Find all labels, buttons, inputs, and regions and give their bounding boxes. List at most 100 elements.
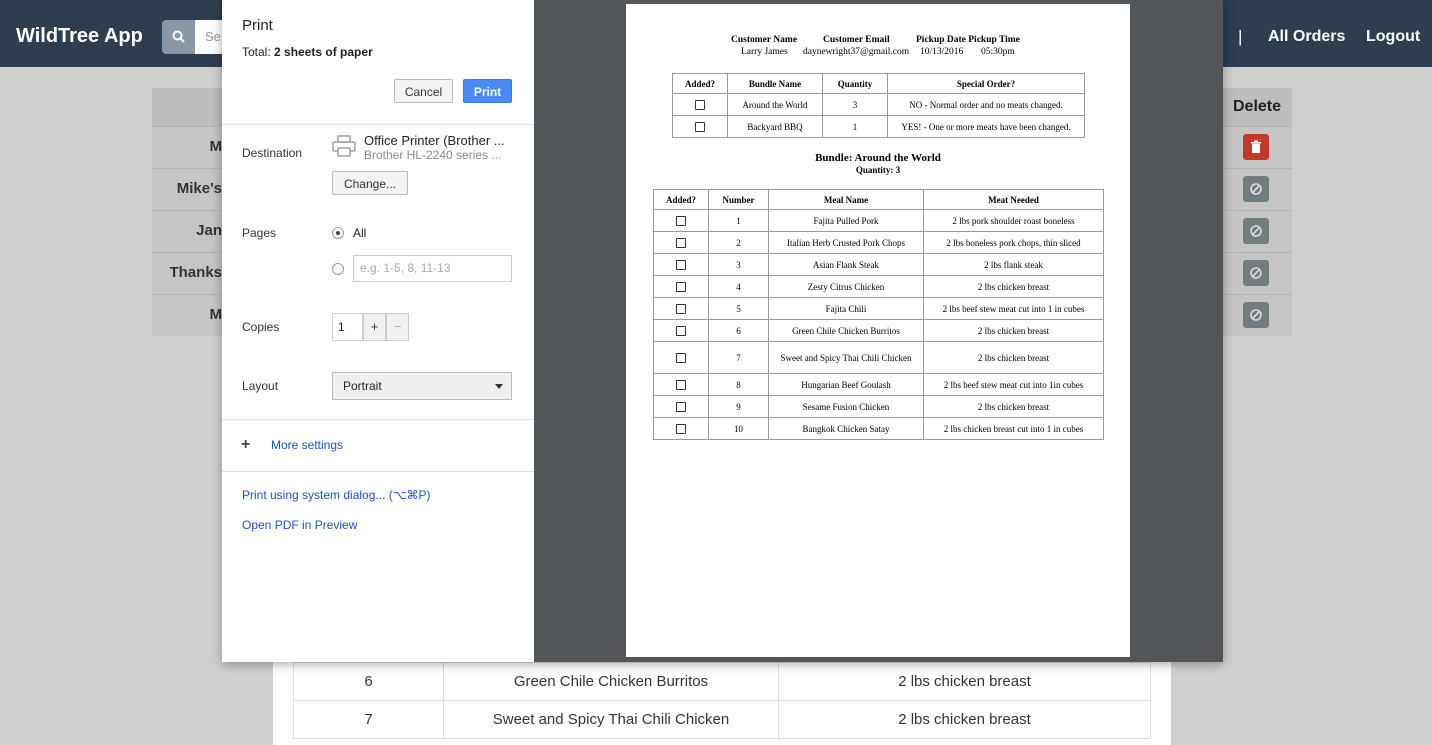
destination-name: Office Printer (Brother ... — [364, 133, 505, 148]
meat-needed: 2 lbs beef stew meat cut into 1 in cubes — [923, 297, 1104, 320]
destination-label: Destination — [242, 146, 303, 160]
cancel-button[interactable]: Cancel — [394, 79, 453, 103]
delete-button-disabled[interactable] — [1243, 302, 1269, 328]
checkbox-cell — [653, 341, 709, 374]
brand-logo[interactable]: WildTree App — [16, 25, 143, 48]
meat-needed: 2 lbs chicken breast — [923, 395, 1104, 418]
meat-needed: 2 lbs boneless pork chops, thin sliced — [923, 231, 1104, 254]
col-header: Meat Needed — [923, 189, 1104, 210]
meal-number: 4 — [708, 275, 769, 298]
system-dialog-link[interactable]: Print using system dialog... (⌥⌘P) — [242, 488, 431, 502]
search-button[interactable] — [162, 20, 195, 54]
table-row: Backyard BBQ 1 YES! - One or more meats … — [672, 115, 1085, 138]
nav-logout-link[interactable]: Logout — [1366, 28, 1420, 46]
checkbox[interactable] — [676, 237, 686, 248]
layout-label: Layout — [242, 379, 279, 393]
table-row: 10 Bangkok Chicken Satay 2 lbs chicken bre… — [653, 417, 1104, 440]
col-header: Added? — [672, 73, 728, 94]
table-row: 8 Hungarian Beef Goulash 2 lbs beef stew m… — [653, 373, 1104, 396]
change-destination-button[interactable]: Change... — [332, 171, 408, 195]
divider — [222, 471, 534, 472]
meal-number: 7 — [293, 700, 444, 739]
table-row: 9 Sesame Fusion Chicken 2 lbs chicken brea… — [653, 395, 1104, 418]
copies-decrement-button[interactable]: − — [386, 313, 409, 341]
checkbox[interactable] — [676, 423, 686, 434]
meals-table: Added? Number Meal Name Meat Needed 1 Faj… — [653, 189, 1104, 440]
bundle-qty: 3 — [822, 93, 888, 116]
more-settings-link[interactable]: More settings — [271, 438, 343, 452]
bundle-special: YES! - One or more meats have been chang… — [887, 115, 1085, 138]
checkbox-cell — [653, 275, 709, 298]
table-row: 6 Green Chile Chicken Burritos 2 lbs chi… — [293, 662, 1151, 701]
meal-name: Asian Flank Steak — [768, 253, 924, 276]
ban-icon — [1250, 309, 1262, 321]
checkbox[interactable] — [676, 401, 686, 412]
checkbox[interactable] — [676, 259, 686, 270]
pages-all-label[interactable]: All — [353, 226, 366, 240]
print-button[interactable]: Print — [463, 79, 512, 103]
checkbox[interactable] — [695, 99, 705, 110]
pickup-time-value: 05:30pm — [981, 47, 1015, 57]
print-total: Total: 2 sheets of paper — [242, 45, 373, 59]
meat-needed: 2 lbs chicken breast cut into 1 in cubes — [923, 417, 1104, 440]
checkbox-cell — [653, 297, 709, 320]
meat-needed: 2 lbs chicken breast — [923, 319, 1104, 342]
delete-button-disabled[interactable] — [1243, 260, 1269, 286]
order-row-name: M — [209, 306, 223, 323]
meat-needed: 2 lbs chicken breast — [778, 662, 1151, 701]
checkbox[interactable] — [695, 121, 705, 132]
bundle-quantity: Quantity: 3 — [855, 165, 901, 175]
open-pdf-link[interactable]: Open PDF in Preview — [242, 518, 357, 532]
checkbox[interactable] — [676, 303, 686, 314]
meal-number: 6 — [708, 319, 769, 342]
pages-custom-radio[interactable] — [332, 263, 344, 275]
delete-button-disabled[interactable] — [1243, 218, 1269, 244]
delete-column-header: Delete — [1233, 98, 1282, 115]
checkbox-cell — [672, 115, 728, 138]
meal-name: Sweet and Spicy Thai Chili Chicken — [768, 341, 924, 374]
print-dialog-title: Print — [242, 17, 273, 34]
layout-select[interactable]: Portrait — [332, 372, 512, 400]
nav-all-orders-link[interactable]: All Orders — [1268, 28, 1345, 46]
meal-number: 2 — [708, 231, 769, 254]
checkbox[interactable] — [676, 379, 686, 390]
bundle-name: Around the World — [727, 93, 823, 116]
customer-name-value: Larry James — [741, 47, 788, 57]
table-row: 4 Zesty Citrus Chicken 2 lbs chicken breas… — [653, 275, 1104, 298]
pages-all-radio[interactable] — [332, 227, 344, 239]
search-icon — [172, 30, 185, 43]
checkbox[interactable] — [676, 281, 686, 292]
order-row-name: Jan — [196, 222, 222, 239]
table-row: 7 Sweet and Spicy Thai Chili Chicken 2 lbs… — [653, 341, 1104, 374]
divider — [222, 124, 534, 125]
layout-select-value: Portrait — [343, 379, 382, 393]
order-row-name: Thanks — [169, 264, 222, 281]
divider — [222, 419, 534, 420]
destination-subtitle: Brother HL-2240 series ... — [364, 148, 502, 162]
meat-needed: 2 lbs chicken breast — [923, 341, 1104, 374]
meal-number: 7 — [708, 341, 769, 374]
meal-name: Bangkok Chicken Satay — [768, 417, 924, 440]
bundle-name: Backyard BBQ — [727, 115, 823, 138]
delete-button-disabled[interactable] — [1243, 176, 1269, 202]
order-row-name: Mike's — [176, 180, 222, 197]
pages-range-input[interactable]: e.g. 1-5, 8, 11-13 — [353, 255, 512, 282]
copies-label: Copies — [242, 320, 280, 334]
copies-increment-button[interactable]: + — [363, 313, 386, 341]
delete-button[interactable] — [1243, 134, 1269, 160]
printer-icon — [332, 135, 356, 157]
copies-input[interactable]: 1 — [332, 313, 363, 341]
meal-name: Green Chile Chicken Burritos — [768, 319, 924, 342]
trash-icon — [1251, 140, 1261, 153]
checkbox-cell — [653, 319, 709, 342]
meat-needed: 2 lbs chicken breast — [923, 275, 1104, 298]
bundle-special: NO - Normal order and no meats changed. — [887, 93, 1085, 116]
meal-name: Zesty Citrus Chicken — [768, 275, 924, 298]
plus-icon[interactable]: + — [241, 437, 250, 453]
table-row: 1 Fajita Pulled Pork 2 lbs pork shoulder r… — [653, 209, 1104, 232]
ban-icon — [1250, 183, 1262, 195]
checkbox[interactable] — [676, 325, 686, 336]
checkbox[interactable] — [676, 352, 686, 363]
meal-name: Fajita Pulled Pork — [768, 209, 924, 232]
checkbox[interactable] — [676, 215, 686, 226]
